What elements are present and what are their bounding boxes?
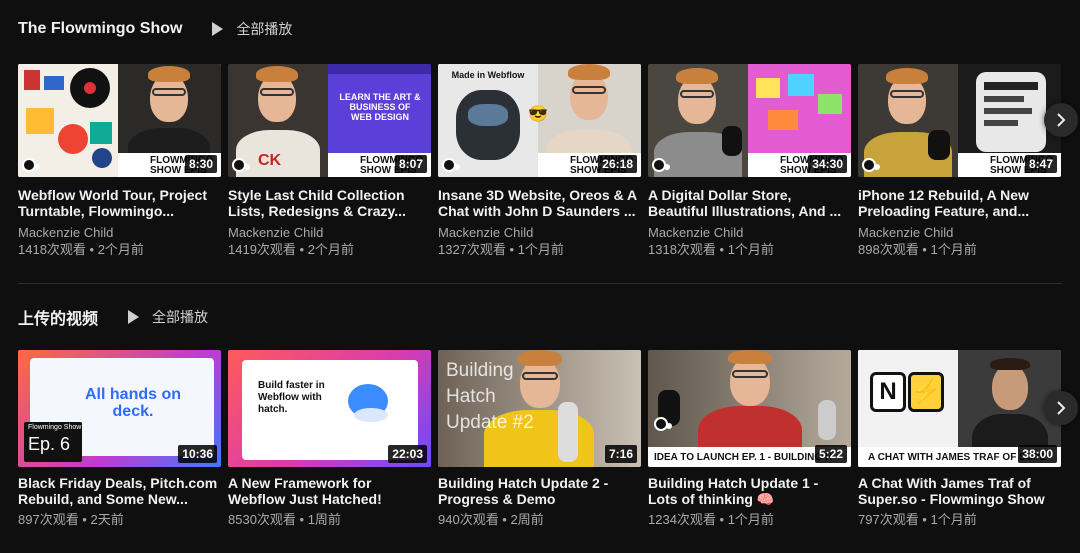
video-title[interactable]: Black Friday Deals, Pitch.com Rebuild, a… (18, 475, 221, 507)
video-card[interactable]: All hands on deck. Flowmingo Show Ep. 6 … (18, 350, 221, 529)
video-row: FLOWMINGO SHOW EPIS 8:30 Webflow World To… (18, 64, 1061, 259)
video-meta: 1418次观看 • 2个月前 (18, 242, 144, 257)
section-flowmingo-show: The Flowmingo Show 全部播放 FLOWMINGO SHOW E… (0, 0, 1080, 284)
play-all-button[interactable]: 全部播放 (212, 19, 292, 39)
video-card[interactable]: Building Hatch Update #2 7:16 Building H… (438, 350, 641, 529)
video-row: All hands on deck. Flowmingo Show Ep. 6 … (18, 350, 1061, 529)
section-divider (18, 283, 1062, 284)
video-meta: 1327次观看 • 1个月前 (438, 242, 564, 257)
channel-name[interactable]: Mackenzie Child (858, 225, 1061, 241)
video-duration: 34:30 (808, 155, 847, 173)
video-card[interactable]: FLOWMINGO SHOW EPIS 8:47 iPhone 12 Rebuil… (858, 64, 1061, 259)
flowmingo-logo-icon (652, 158, 670, 172)
video-thumbnail[interactable]: All hands on deck. Flowmingo Show Ep. 6 … (18, 350, 221, 467)
play-all-label: 全部播放 (236, 21, 293, 37)
chevron-right-icon (1057, 401, 1066, 415)
video-thumbnail[interactable]: Made in Webflow 😎 FLOWMINGOSHOW EPIS 26:… (438, 64, 641, 177)
play-all-label: 全部播放 (152, 309, 209, 325)
section-uploads: 上传的视频 全部播放 All hands on deck. Flowmingo … (0, 288, 1080, 553)
video-meta: 940次观看 • 2周前 (438, 512, 544, 527)
video-duration: 26:18 (598, 155, 637, 173)
video-card[interactable]: Build faster in Webflow with hatch. 22:0… (228, 350, 431, 529)
video-title[interactable]: Insane 3D Website, Oreos & A Chat with J… (438, 187, 641, 219)
section-title[interactable]: 上传的视频 (18, 305, 98, 329)
episode-badge: Ep. 6 (28, 434, 71, 454)
video-thumbnail[interactable]: N ⚡ A CHAT WITH JAMES TRAF OF SUPE 38:00 (858, 350, 1061, 467)
video-card[interactable]: CK LEARN THE ART & BUSINESS OF WEB DESIG… (228, 64, 431, 259)
chevron-right-icon (1057, 113, 1066, 127)
video-thumbnail[interactable]: Build faster in Webflow with hatch. 22:0… (228, 350, 431, 467)
video-duration: 5:22 (814, 445, 847, 463)
thumbnail-text: LEARN THE ART & BUSINESS OF WEB DESIGN (339, 92, 421, 122)
video-title[interactable]: iPhone 12 Rebuild, A New Preloading Feat… (858, 187, 1061, 219)
video-meta: 8530次观看 • 1周前 (228, 512, 341, 527)
thumbnail-text: All hands on deck. (85, 386, 181, 420)
thumbnail-text: Building Hatch Update #2 (446, 360, 534, 433)
thumbnail-text: Build faster in Webflow with hatch. (258, 380, 325, 415)
video-thumbnail[interactable]: FLOWMINGO SHOW EPIS 8:47 (858, 64, 1061, 177)
channel-name[interactable]: Mackenzie Child (438, 225, 641, 241)
play-all-button[interactable]: 全部播放 (128, 307, 208, 327)
video-title[interactable]: Building Hatch Update 1 - Lots of thinki… (648, 475, 851, 507)
video-duration: 10:36 (178, 445, 217, 463)
video-title[interactable]: Webflow World Tour, Project Turntable, F… (18, 187, 221, 219)
video-card[interactable]: Made in Webflow 😎 FLOWMINGOSHOW EPIS 26:… (438, 64, 641, 259)
next-button[interactable] (1044, 103, 1078, 137)
channel-name[interactable]: Mackenzie Child (648, 225, 851, 241)
flowmingo-logo-icon (862, 158, 880, 172)
flowmingo-logo-icon (232, 158, 250, 172)
flowmingo-logo-icon (22, 158, 40, 172)
episode-badge-label: Flowmingo Show (28, 424, 82, 431)
video-meta: 1318次观看 • 1个月前 (648, 242, 774, 257)
thumbnail-text: Made in Webflow (451, 70, 525, 80)
video-meta: 897次观看 • 2天前 (18, 512, 124, 527)
video-card[interactable]: FLOWMINGOSHOW EPIS 34:30 A Digital Dolla… (648, 64, 851, 259)
video-meta: 898次观看 • 1个月前 (858, 242, 977, 257)
video-duration: 22:03 (388, 445, 427, 463)
video-card[interactable]: N ⚡ A CHAT WITH JAMES TRAF OF SUPE 38:00… (858, 350, 1061, 529)
flowmingo-logo-icon (442, 158, 460, 172)
video-title[interactable]: A Chat With James Traf of Super.so - Flo… (858, 475, 1061, 507)
video-duration: 7:16 (604, 445, 637, 463)
video-duration: 8:47 (1024, 155, 1057, 173)
section-header: The Flowmingo Show 全部播放 (18, 18, 292, 40)
play-icon (128, 310, 140, 324)
video-title[interactable]: A Digital Dollar Store, Beautiful Illust… (648, 187, 851, 219)
flowmingo-logo-icon (654, 417, 672, 431)
next-button[interactable] (1044, 391, 1078, 425)
video-thumbnail[interactable]: FLOWMINGO SHOW EPIS 8:30 (18, 64, 221, 177)
video-thumbnail[interactable]: Building Hatch Update #2 7:16 (438, 350, 641, 467)
video-meta: 1419次观看 • 2个月前 (228, 242, 354, 257)
section-header: 上传的视频 全部播放 (18, 306, 208, 328)
channel-name[interactable]: Mackenzie Child (228, 225, 431, 241)
video-meta: 1234次观看 • 1个月前 (648, 512, 774, 527)
play-icon (212, 22, 224, 36)
video-title[interactable]: Building Hatch Update 2 - Progress & Dem… (438, 475, 641, 507)
video-title[interactable]: A New Framework for Webflow Just Hatched… (228, 475, 431, 507)
video-title[interactable]: Style Last Child Collection Lists, Redes… (228, 187, 431, 219)
video-thumbnail[interactable]: FLOWMINGOSHOW EPIS 34:30 (648, 64, 851, 177)
video-duration: 8:30 (184, 155, 217, 173)
channel-name[interactable]: Mackenzie Child (18, 225, 221, 241)
section-title[interactable]: The Flowmingo Show (18, 20, 182, 38)
video-card[interactable]: FLOWMINGO SHOW EPIS 8:30 Webflow World To… (18, 64, 221, 259)
video-card[interactable]: IDEA TO LAUNCH EP. 1 - BUILDING H 5:22 B… (648, 350, 851, 529)
video-meta: 797次观看 • 1个月前 (858, 512, 977, 527)
video-duration: 38:00 (1018, 445, 1057, 463)
video-thumbnail[interactable]: IDEA TO LAUNCH EP. 1 - BUILDING H 5:22 (648, 350, 851, 467)
video-duration: 8:07 (394, 155, 427, 173)
video-thumbnail[interactable]: CK LEARN THE ART & BUSINESS OF WEB DESIG… (228, 64, 431, 177)
